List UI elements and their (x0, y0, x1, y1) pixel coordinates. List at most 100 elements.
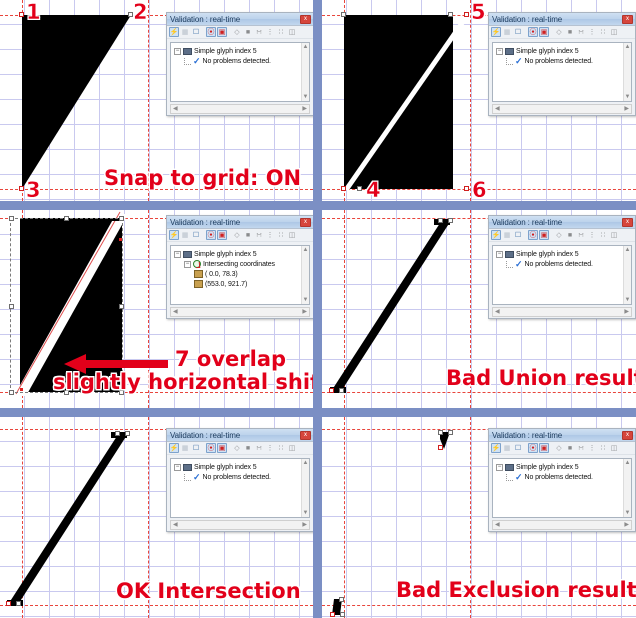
document-icon[interactable]: ▦ (180, 230, 190, 240)
vertical-scrollbar[interactable]: ▲ ▼ (623, 459, 631, 517)
point-node-top-2[interactable] (125, 431, 130, 436)
scroll-up-icon[interactable]: ▲ (625, 459, 631, 467)
point-icon[interactable]: ◇ (232, 27, 242, 37)
validate-all-icon[interactable]: ⦿ (206, 27, 216, 37)
square-icon[interactable]: ■ (565, 27, 575, 37)
tree-row-error[interactable]: − Intersecting coordinates (174, 259, 307, 269)
validate-all-icon[interactable]: ⦿ (206, 230, 216, 240)
point-icon[interactable]: ◇ (554, 27, 564, 37)
tree-row-root[interactable]: − Simple glyph index 5 (174, 249, 307, 259)
validate-all-icon[interactable]: ⦿ (206, 443, 216, 453)
tree-row-root[interactable]: − Simple glyph index 5 (496, 46, 629, 56)
point-node-top-2[interactable] (448, 430, 453, 435)
validate-all-icon[interactable]: ⦿ (528, 443, 538, 453)
validate-all-icon[interactable]: ⦿ (528, 27, 538, 37)
validate-glyph-icon[interactable]: ▣ (539, 443, 549, 453)
point-node-top-3[interactable] (438, 445, 443, 450)
selection-handle-mr[interactable] (119, 304, 124, 309)
close-icon[interactable]: x (622, 430, 633, 440)
validation-toolbar[interactable]: ⚡ ▦ ☐ ⦿ ▣ ◇ ■ ∺ ⋮ ∷ ◫ (167, 442, 313, 455)
collapse-icon-child[interactable]: − (184, 260, 191, 268)
lightning-icon[interactable]: ⚡ (491, 230, 501, 240)
tree-row-coord-2[interactable]: (553.0, 921.7) (174, 279, 307, 289)
tree-row-root[interactable]: − Simple glyph index 5 (496, 249, 629, 259)
validate-glyph-icon[interactable]: ▣ (217, 27, 227, 37)
distribute-icon[interactable]: ∷ (276, 27, 286, 37)
point-node-bottom-2[interactable] (16, 601, 21, 606)
horizontal-scrollbar[interactable]: ◀ ▶ (170, 307, 310, 317)
measure-icon[interactable]: ⋮ (587, 443, 597, 453)
document-icon[interactable]: ▦ (180, 27, 190, 37)
copy-icon[interactable]: ☐ (191, 230, 201, 240)
tree-row-child[interactable]: ✓ No problems detected. (496, 259, 629, 269)
distribute-icon[interactable]: ∷ (598, 443, 608, 453)
validate-glyph-icon[interactable]: ▣ (217, 230, 227, 240)
validation-results-pane[interactable]: − Simple glyph index 5 ✓ No problems det… (492, 42, 632, 102)
close-icon[interactable]: x (300, 14, 311, 24)
align-nodes-icon[interactable]: ∺ (254, 443, 264, 453)
validate-glyph-icon[interactable]: ▣ (217, 443, 227, 453)
point-node-5[interactable] (464, 12, 469, 17)
square-icon[interactable]: ■ (565, 443, 575, 453)
glyph-outline-split-rectangle[interactable] (322, 0, 482, 200)
measure-icon[interactable]: ⋮ (587, 230, 597, 240)
validation-toolbar[interactable]: ⚡ ▦ ☐ ⦿ ▣ ◇ ■ ∺ ⋮ ∷ ◫ (489, 442, 635, 455)
align-nodes-icon[interactable]: ∺ (254, 230, 264, 240)
point-node-top[interactable] (438, 430, 443, 435)
measure-icon[interactable]: ⋮ (587, 27, 597, 37)
align-nodes-icon[interactable]: ∺ (254, 27, 264, 37)
validation-window-titlebar[interactable]: Validation : real-time x (167, 429, 313, 442)
scroll-left-icon[interactable]: ◀ (173, 521, 178, 529)
corner-icon[interactable]: ◫ (287, 443, 297, 453)
scroll-right-icon[interactable]: ▶ (302, 308, 307, 316)
copy-icon[interactable]: ☐ (513, 443, 523, 453)
point-node-6[interactable] (464, 186, 469, 191)
point-icon[interactable]: ◇ (554, 230, 564, 240)
distribute-icon[interactable]: ∷ (598, 27, 608, 37)
collapse-icon[interactable]: − (174, 250, 181, 258)
scroll-left-icon[interactable]: ◀ (173, 308, 178, 316)
validation-results-pane[interactable]: − Simple glyph index 5 ✓ No problems det… (170, 42, 310, 102)
scroll-right-icon[interactable]: ▶ (624, 105, 629, 113)
validation-results-pane[interactable]: − Simple glyph index 5 ✓ No problems det… (492, 245, 632, 305)
corner-icon[interactable]: ◫ (287, 230, 297, 240)
scroll-up-icon[interactable]: ▲ (625, 246, 631, 254)
scroll-right-icon[interactable]: ▶ (624, 308, 629, 316)
point-icon[interactable]: ◇ (232, 443, 242, 453)
vertical-scrollbar[interactable]: ▲ ▼ (301, 459, 309, 517)
vertical-scrollbar[interactable]: ▲ ▼ (301, 43, 309, 101)
point-node-bottom-2[interactable] (339, 388, 344, 393)
vertical-scrollbar[interactable]: ▲ ▼ (623, 246, 631, 304)
validation-window-titlebar[interactable]: Validation : real-time x (167, 13, 313, 26)
scroll-up-icon[interactable]: ▲ (303, 459, 309, 467)
align-nodes-icon[interactable]: ∺ (576, 443, 586, 453)
scroll-down-icon[interactable]: ▼ (303, 509, 309, 517)
intersection-point-top[interactable] (119, 238, 122, 241)
collapse-icon[interactable]: − (496, 250, 503, 258)
point-node-top-left[interactable] (341, 12, 346, 17)
collapse-icon[interactable]: − (496, 463, 503, 471)
measure-icon[interactable]: ⋮ (265, 230, 275, 240)
validation-toolbar[interactable]: ⚡ ▦ ☐ ⦿ ▣ ◇ ■ ∺ ⋮ ∷ ◫ (167, 229, 313, 242)
tree-row-root[interactable]: − Simple glyph index 5 (496, 462, 629, 472)
validation-window-titlebar[interactable]: Validation : real-time x (489, 429, 635, 442)
panel-top-right[interactable]: 5 4 6 Validation : real-time x ⚡ ▦ ☐ ⦿ ▣… (322, 0, 636, 201)
lightning-icon[interactable]: ⚡ (491, 443, 501, 453)
selection-handle-ml[interactable] (9, 304, 14, 309)
point-node-bottom-2[interactable] (330, 612, 335, 617)
square-icon[interactable]: ■ (243, 230, 253, 240)
tree-row-child[interactable]: ✓ No problems detected. (496, 56, 629, 66)
validation-window[interactable]: Validation : real-time x ⚡ ▦ ☐ ⦿ ▣ ◇ ■ ∺… (488, 215, 636, 319)
validate-glyph-icon[interactable]: ▣ (539, 27, 549, 37)
validation-results-pane[interactable]: − Simple glyph index 5 − Intersecting co… (170, 245, 310, 305)
point-node-top[interactable] (438, 218, 443, 223)
selection-handle-tr[interactable] (119, 216, 124, 221)
scroll-right-icon[interactable]: ▶ (302, 105, 307, 113)
validation-window-titlebar[interactable]: Validation : real-time x (167, 216, 313, 229)
copy-icon[interactable]: ☐ (191, 443, 201, 453)
point-node-bottom[interactable] (339, 597, 344, 602)
point-node-4[interactable] (357, 186, 362, 191)
close-icon[interactable]: x (300, 430, 311, 440)
scroll-up-icon[interactable]: ▲ (303, 43, 309, 51)
corner-icon[interactable]: ◫ (609, 230, 619, 240)
